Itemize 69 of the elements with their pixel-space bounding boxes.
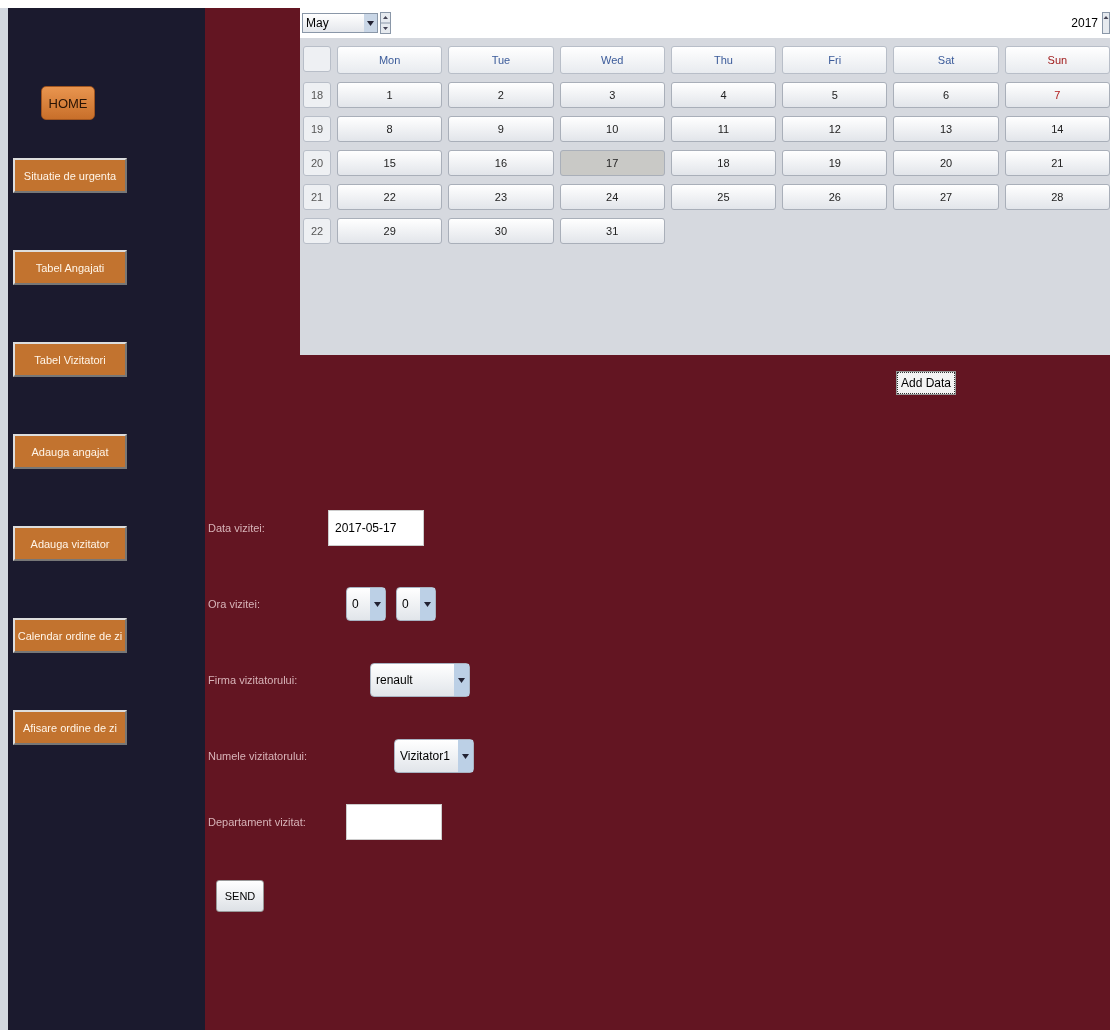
day-button[interactable]: 8 (337, 116, 443, 142)
minute-dropdown[interactable]: 0 (396, 587, 436, 621)
field-label: Ora vizitei: (208, 598, 261, 610)
spinner-icon[interactable] (1102, 12, 1110, 34)
year-field[interactable]: 2017 (393, 16, 1100, 30)
day-button[interactable]: 23 (448, 184, 554, 210)
day-button[interactable]: 22 (337, 184, 443, 210)
corner-cell (303, 46, 331, 72)
field-label: Departament vizitat: (208, 816, 307, 828)
weekday-header: Fri (782, 46, 888, 74)
weekday-header: Mon (337, 46, 443, 74)
day-button[interactable]: 16 (448, 150, 554, 176)
dropdown-arrow-icon (462, 753, 469, 759)
weekday-header: Wed (559, 46, 665, 74)
day-button[interactable]: 2 (448, 82, 554, 108)
day-button[interactable]: 17 (559, 150, 665, 176)
dropdown-arrow-icon (367, 20, 374, 26)
nav-button[interactable]: Situatie de urgenta (13, 158, 127, 193)
text-field[interactable] (346, 804, 442, 840)
dropdown[interactable]: renault (370, 663, 470, 697)
dropdown-arrow-icon (458, 677, 465, 683)
day-button[interactable]: 21 (1004, 150, 1110, 176)
day-button[interactable]: 26 (782, 184, 888, 210)
day-button[interactable]: 11 (670, 116, 777, 142)
day-button[interactable]: 31 (559, 218, 665, 244)
weekday-header: Sun (1004, 46, 1110, 74)
week-number: 19 (303, 116, 331, 142)
field-label: Numele vizitatorului: (208, 750, 309, 762)
weekday-header: Thu (670, 46, 777, 74)
hour-dropdown[interactable]: 0 (346, 587, 386, 621)
weekday-header: Tue (448, 46, 554, 74)
day-button[interactable]: 24 (559, 184, 665, 210)
week-number: 18 (303, 82, 331, 108)
day-button[interactable]: 9 (448, 116, 554, 142)
dropdown[interactable]: Vizitator1 (394, 739, 474, 773)
send-button[interactable]: SEND (216, 880, 264, 912)
spinner-icon[interactable] (380, 12, 391, 34)
text-field[interactable]: 2017-05-17 (328, 510, 424, 546)
day-button[interactable]: 28 (1004, 184, 1110, 210)
day-button[interactable]: 5 (782, 82, 888, 108)
field-label: Data vizitei: (208, 522, 266, 534)
weekday-header: Sat (893, 46, 999, 74)
day-button[interactable]: 20 (893, 150, 999, 176)
dropdown-arrow-icon (424, 601, 431, 607)
day-button[interactable]: 4 (670, 82, 777, 108)
day-button[interactable]: 10 (559, 116, 665, 142)
day-button[interactable]: 25 (670, 184, 777, 210)
month-dropdown[interactable]: May (302, 13, 378, 33)
day-button[interactable]: 30 (448, 218, 554, 244)
day-button[interactable]: 3 (559, 82, 665, 108)
day-button[interactable]: 19 (782, 150, 888, 176)
nav-button[interactable]: Afisare ordine de zi (13, 710, 127, 745)
day-button[interactable]: 29 (337, 218, 443, 244)
field-label: Firma vizitatorului: (208, 674, 299, 686)
day-button[interactable]: 12 (782, 116, 888, 142)
day-button[interactable]: 15 (337, 150, 443, 176)
week-number: 20 (303, 150, 331, 176)
home-button[interactable]: HOME (41, 86, 95, 120)
day-button[interactable]: 14 (1004, 116, 1110, 142)
day-button[interactable]: 7 (1004, 82, 1110, 108)
day-button[interactable]: 1 (337, 82, 443, 108)
day-button[interactable]: 6 (893, 82, 999, 108)
dropdown-arrow-icon (374, 601, 381, 607)
day-button[interactable]: 18 (670, 150, 777, 176)
week-number: 21 (303, 184, 331, 210)
add-data-button[interactable]: Add Data (897, 371, 956, 394)
day-button[interactable]: 27 (893, 184, 999, 210)
week-number: 22 (303, 218, 331, 244)
day-button[interactable]: 13 (893, 116, 999, 142)
